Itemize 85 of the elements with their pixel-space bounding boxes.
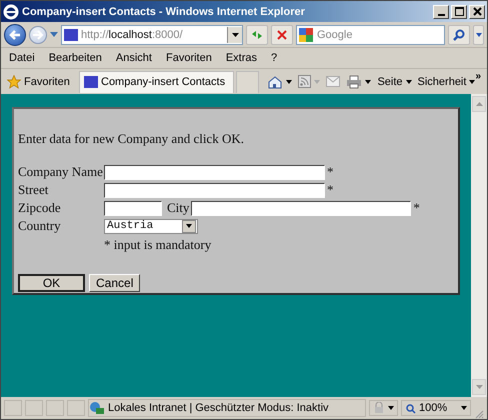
menu-item[interactable]: Ansicht xyxy=(116,52,152,64)
menu-item[interactable]: Extras xyxy=(226,52,258,64)
star-icon xyxy=(7,74,21,88)
envelope-icon xyxy=(326,76,340,87)
menu-item[interactable]: Favoriten xyxy=(166,52,212,64)
caret-icon xyxy=(476,32,482,36)
search-icon xyxy=(453,28,465,40)
dropdown-button[interactable] xyxy=(227,26,242,42)
protection-button[interactable] xyxy=(369,400,398,416)
caret-icon xyxy=(461,406,467,410)
favorites-button[interactable]: Favoriten xyxy=(7,74,75,88)
security-zone-text: Lokales Intranet | Geschützter Modus: Inaktiv xyxy=(108,402,329,414)
resize-grip-icon[interactable] xyxy=(474,409,484,419)
window-title: Company-insert Contacts - Windows Internet Explorer xyxy=(22,6,306,18)
caret-icon xyxy=(406,80,412,84)
status-pane xyxy=(25,400,43,416)
country-select[interactable]: Austria xyxy=(104,218,198,234)
zoom-button[interactable]: 100% xyxy=(401,400,471,416)
caret-icon xyxy=(365,80,372,84)
caret-icon xyxy=(388,406,394,410)
menu-item[interactable]: ? xyxy=(271,52,278,64)
maximize-icon xyxy=(454,7,464,16)
input-field[interactable] xyxy=(191,200,412,216)
form-button[interactable]: Cancel xyxy=(89,274,140,292)
left-arrow-icon xyxy=(8,28,22,42)
home-button[interactable] xyxy=(267,74,292,88)
house-icon xyxy=(267,74,284,88)
browser-tab[interactable]: Company-insert Contacts xyxy=(79,70,234,92)
minimize-icon xyxy=(438,14,444,16)
caret-icon xyxy=(469,80,476,84)
down-arrow-icon xyxy=(476,385,482,389)
input-field[interactable] xyxy=(104,182,325,198)
status-pane xyxy=(46,400,64,416)
site-icon xyxy=(84,76,98,88)
feed-button[interactable] xyxy=(298,75,320,88)
print-button[interactable] xyxy=(346,74,372,88)
field-label: Zipcode xyxy=(18,200,62,216)
magnifier-icon xyxy=(405,402,416,414)
field-label: Street xyxy=(18,182,50,198)
status-pane xyxy=(67,400,85,416)
status-pane xyxy=(4,400,22,416)
browser-logo-icon xyxy=(3,4,19,20)
feed-icon xyxy=(298,75,312,88)
caret-icon xyxy=(186,224,192,228)
search-field[interactable]: Google xyxy=(296,24,445,44)
input-field[interactable] xyxy=(104,164,325,180)
dropdown-button[interactable] xyxy=(182,220,196,232)
caret-icon xyxy=(286,80,292,84)
lock-icon xyxy=(373,402,385,414)
more-commands-button[interactable]: » xyxy=(475,71,481,82)
stop-icon xyxy=(277,30,287,40)
search-options-button[interactable] xyxy=(473,24,484,44)
field-label: Country xyxy=(18,218,62,234)
dropdown-arrow-icon[interactable] xyxy=(50,32,58,37)
search-provider-icon xyxy=(299,28,313,42)
toolbar-menu-button[interactable]: Seite xyxy=(377,76,412,88)
instruction-text: Enter data for new Company and click OK. xyxy=(18,131,245,147)
minimize-button[interactable] xyxy=(433,4,449,18)
form-button[interactable]: OK xyxy=(18,274,85,292)
field-label: Company Name xyxy=(18,164,104,180)
back-button[interactable] xyxy=(4,24,26,46)
right-arrow-icon xyxy=(32,28,44,40)
close-button[interactable] xyxy=(469,4,485,18)
mandatory-note: * input is mandatory xyxy=(104,237,212,253)
toolbar-menu-button[interactable]: Sicherheit xyxy=(418,76,476,88)
printer-icon xyxy=(346,74,362,88)
globe-icon xyxy=(89,401,105,415)
forward-button[interactable] xyxy=(29,26,47,44)
close-icon xyxy=(472,7,482,16)
input-field[interactable] xyxy=(104,200,162,216)
mandatory-mark: * xyxy=(327,182,334,198)
mandatory-mark: * xyxy=(413,200,420,216)
up-arrow-icon xyxy=(476,102,482,106)
search-button[interactable] xyxy=(448,24,470,44)
caret-icon xyxy=(314,80,320,84)
refresh-icon xyxy=(250,28,264,40)
maximize-button[interactable] xyxy=(451,4,467,18)
mandatory-mark: * xyxy=(327,164,334,180)
field-label: City xyxy=(167,200,190,216)
site-icon xyxy=(64,28,78,40)
menu-item[interactable]: Bearbeiten xyxy=(48,52,102,64)
address-field[interactable]: http://localhost:8000/ xyxy=(61,24,243,44)
caret-icon xyxy=(232,32,238,36)
stop-button[interactable] xyxy=(271,24,293,44)
menu-item[interactable]: Datei xyxy=(9,52,35,64)
